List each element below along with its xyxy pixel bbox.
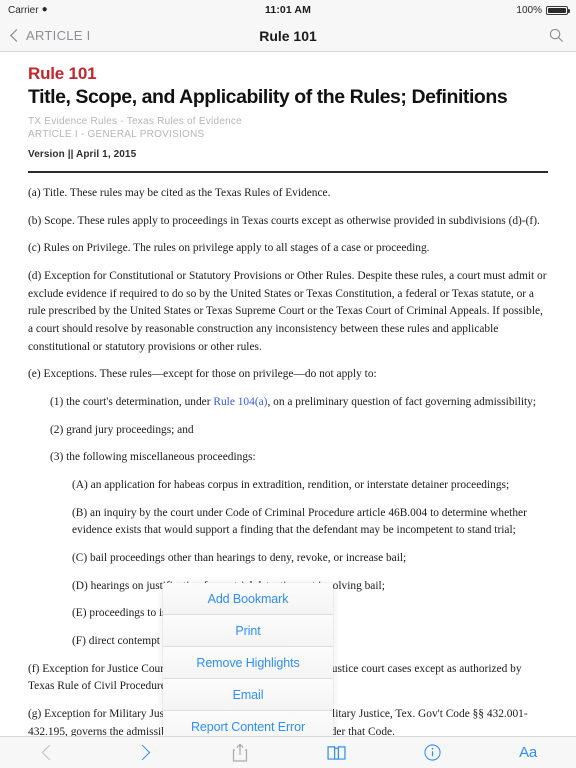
- history-back-button[interactable]: [0, 737, 96, 768]
- rule-paragraph: (d) Exception for Constitutional or Stat…: [28, 269, 547, 353]
- action-sheet-item-print[interactable]: Print: [163, 615, 333, 647]
- share-button[interactable]: [192, 737, 288, 768]
- book-icon: [326, 746, 346, 760]
- share-icon: [232, 743, 248, 762]
- rule-paragraph: (1) the court's determination, under Rul…: [50, 395, 537, 408]
- text-size-label: Aa: [519, 744, 537, 761]
- back-button-label: ARTICLE I: [26, 28, 91, 43]
- rule-number: Rule 101: [28, 64, 97, 83]
- battery-percent-label: 100%: [516, 4, 542, 16]
- rule-paragraph: (e) Exceptions. These rules—except for t…: [28, 368, 377, 381]
- rule-paragraph: (c) Rules on Privilege. The rules on pri…: [28, 242, 430, 255]
- rule-paragraph: (a) Title. These rules may be cited as t…: [28, 186, 331, 199]
- article-label: ARTICLE I - GENERAL PROVISIONS: [28, 128, 205, 140]
- action-sheet-popover[interactable]: Add Bookmark Print Remove Highlights Email R…: [163, 583, 333, 743]
- chevron-left-icon: [41, 744, 58, 761]
- rule-paragraph: (A) an application for habeas corpus in …: [72, 478, 510, 491]
- cross-reference-link[interactable]: Rule 104(a): [213, 396, 267, 408]
- battery-icon: [546, 5, 570, 15]
- version-label: Version || April 1, 2015: [28, 148, 137, 160]
- navigation-bar: ARTICLE I Rule 101: [0, 20, 576, 52]
- rule-paragraph: (C) bail proceedings other than hearings…: [72, 551, 407, 564]
- rule-title: Title, Scope, and Applicability of the R…: [28, 86, 508, 108]
- rule-paragraph: (3) the following miscellaneous proceedi…: [50, 451, 256, 464]
- chevron-left-icon: [10, 29, 23, 42]
- action-sheet-item-add-bookmark[interactable]: Add Bookmark: [163, 583, 333, 615]
- chevron-right-icon: [134, 744, 151, 761]
- search-button[interactable]: [549, 28, 564, 43]
- rule-paragraph: (b) Scope. These rules apply to proceedi…: [28, 214, 540, 227]
- rule-paragraph: (B) an inquiry by the court under Code o…: [72, 506, 527, 537]
- bookmarks-button[interactable]: [288, 737, 384, 768]
- status-bar-clock: 11:01 AM: [265, 4, 311, 16]
- rule-paragraph: (2) grand jury proceedings; and: [50, 423, 194, 436]
- history-forward-button[interactable]: [96, 737, 192, 768]
- bottom-toolbar: Aa: [0, 736, 576, 768]
- back-button[interactable]: ARTICLE I: [10, 28, 91, 43]
- info-circle-icon: [423, 744, 441, 761]
- status-bar-right: 100%: [516, 4, 570, 16]
- action-sheet-item-remove-highlights[interactable]: Remove Highlights: [163, 647, 333, 679]
- status-bar: Carrier ● 11:01 AM 100%: [0, 0, 576, 20]
- info-button[interactable]: [384, 737, 480, 768]
- action-sheet-item-email[interactable]: Email: [163, 679, 333, 711]
- source-label: TX Evidence Rules - Texas Rules of Evide…: [28, 115, 242, 127]
- text-size-button[interactable]: Aa: [480, 737, 576, 768]
- search-icon: [549, 28, 563, 42]
